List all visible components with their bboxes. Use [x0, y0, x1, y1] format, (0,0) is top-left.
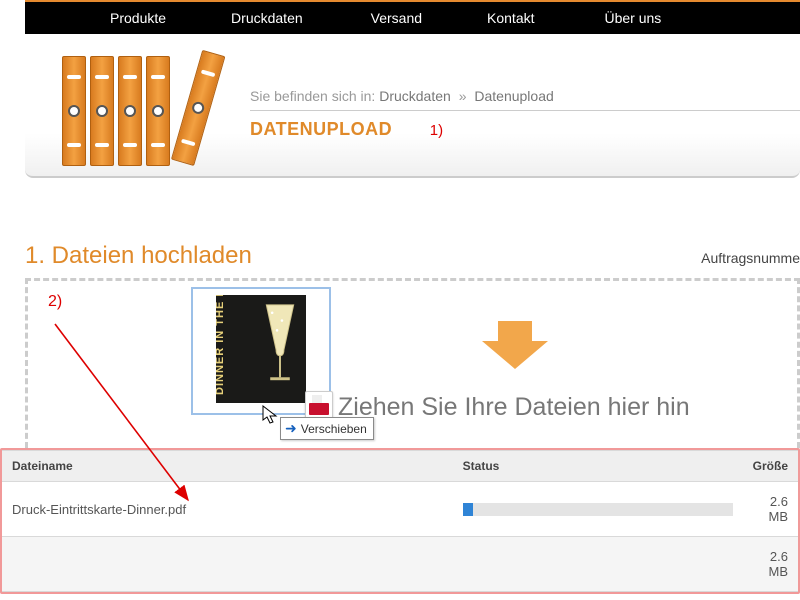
nav-ueber-uns[interactable]: Über uns — [585, 10, 682, 26]
nav-produkte[interactable]: Produkte — [90, 10, 186, 26]
nav-druckdaten[interactable]: Druckdaten — [211, 10, 323, 26]
move-arrow-icon: ➜ — [285, 420, 297, 437]
page-title: DATENUPLOAD — [250, 119, 392, 139]
uploads-panel: Dateiname Status Größe Druck-Eintrittska… — [0, 448, 800, 594]
table-total-row: 2.6 MB — [2, 537, 798, 592]
annotation-1: 1) — [430, 122, 443, 139]
upload-progress-fill — [463, 503, 474, 516]
hero: Sie befinden sich in: Druckdaten » Daten… — [25, 34, 800, 178]
cell-size: 2.6 MB — [743, 482, 798, 537]
mouse-cursor-icon — [262, 405, 280, 428]
upload-progress-bar — [463, 503, 733, 516]
nav-versand[interactable]: Versand — [351, 10, 442, 26]
top-nav: Produkte Druckdaten Versand Kontakt Über… — [25, 0, 800, 34]
annotation-2: 2) — [48, 293, 62, 311]
drop-arrow-icon — [478, 317, 552, 371]
file-dropzone[interactable]: 2) DINNER IN THE DARK ➜ Verschieben Zieh… — [25, 278, 800, 448]
order-number-label: Auftragsnumme — [701, 250, 800, 266]
table-row[interactable]: Druck-Eintrittskarte-Dinner.pdf 2.6 MB — [2, 482, 798, 537]
nav-kontakt[interactable]: Kontakt — [467, 10, 554, 26]
col-header-name: Dateiname — [2, 451, 453, 482]
total-size: 2.6 MB — [743, 537, 798, 592]
dragged-file-thumbnail[interactable]: DINNER IN THE DARK — [191, 287, 331, 415]
uploads-table: Dateiname Status Größe Druck-Eintrittska… — [2, 450, 798, 592]
binders-illustration — [50, 46, 250, 176]
col-header-size: Größe — [743, 451, 798, 482]
breadcrumb-datenupload[interactable]: Datenupload — [474, 88, 553, 104]
breadcrumb-prefix: Sie befinden sich in: — [250, 88, 375, 104]
cell-filename: Druck-Eintrittskarte-Dinner.pdf — [2, 482, 453, 537]
champagne-glass-icon — [260, 301, 300, 389]
cell-status — [453, 482, 743, 537]
breadcrumb-separator: » — [459, 88, 467, 104]
breadcrumb-druckdaten[interactable]: Druckdaten — [379, 88, 451, 104]
col-header-status: Status — [453, 451, 743, 482]
thumbnail-sidetext: DINNER IN THE DARK — [216, 295, 226, 395]
breadcrumb: Sie befinden sich in: Druckdaten » Daten… — [250, 88, 800, 104]
pdf-icon — [305, 391, 333, 419]
step-heading: 1. Dateien hochladen — [25, 242, 252, 270]
dropzone-hint: Ziehen Sie Ihre Dateien hier hin — [338, 393, 690, 422]
drag-tooltip-label: Verschieben — [301, 422, 367, 436]
